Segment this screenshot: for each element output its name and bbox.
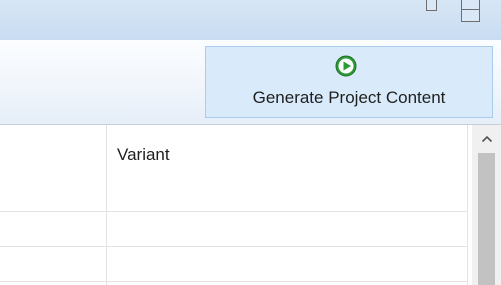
scroll-thumb[interactable] [478, 153, 495, 285]
app-window: Generate Project Content Variant [0, 0, 501, 285]
column-header-variant[interactable]: Variant [117, 145, 170, 165]
column-divider[interactable] [106, 125, 107, 285]
header-separator [0, 211, 467, 212]
table-row[interactable] [0, 246, 467, 247]
column-divider [467, 125, 468, 285]
generate-project-content-button[interactable]: Generate Project Content [205, 46, 493, 118]
title-bar [0, 0, 501, 40]
variant-table: Variant [0, 125, 472, 285]
play-circle-icon [335, 55, 357, 77]
maximize-icon[interactable] [461, 0, 480, 22]
vertical-scrollbar[interactable] [472, 125, 501, 285]
table-row[interactable] [0, 281, 467, 282]
scroll-up-button[interactable] [472, 125, 501, 153]
generate-project-content-label: Generate Project Content [252, 88, 446, 107]
toolbar: Generate Project Content [0, 40, 501, 125]
chevron-up-icon [481, 135, 492, 143]
minimize-icon[interactable] [426, 0, 437, 11]
